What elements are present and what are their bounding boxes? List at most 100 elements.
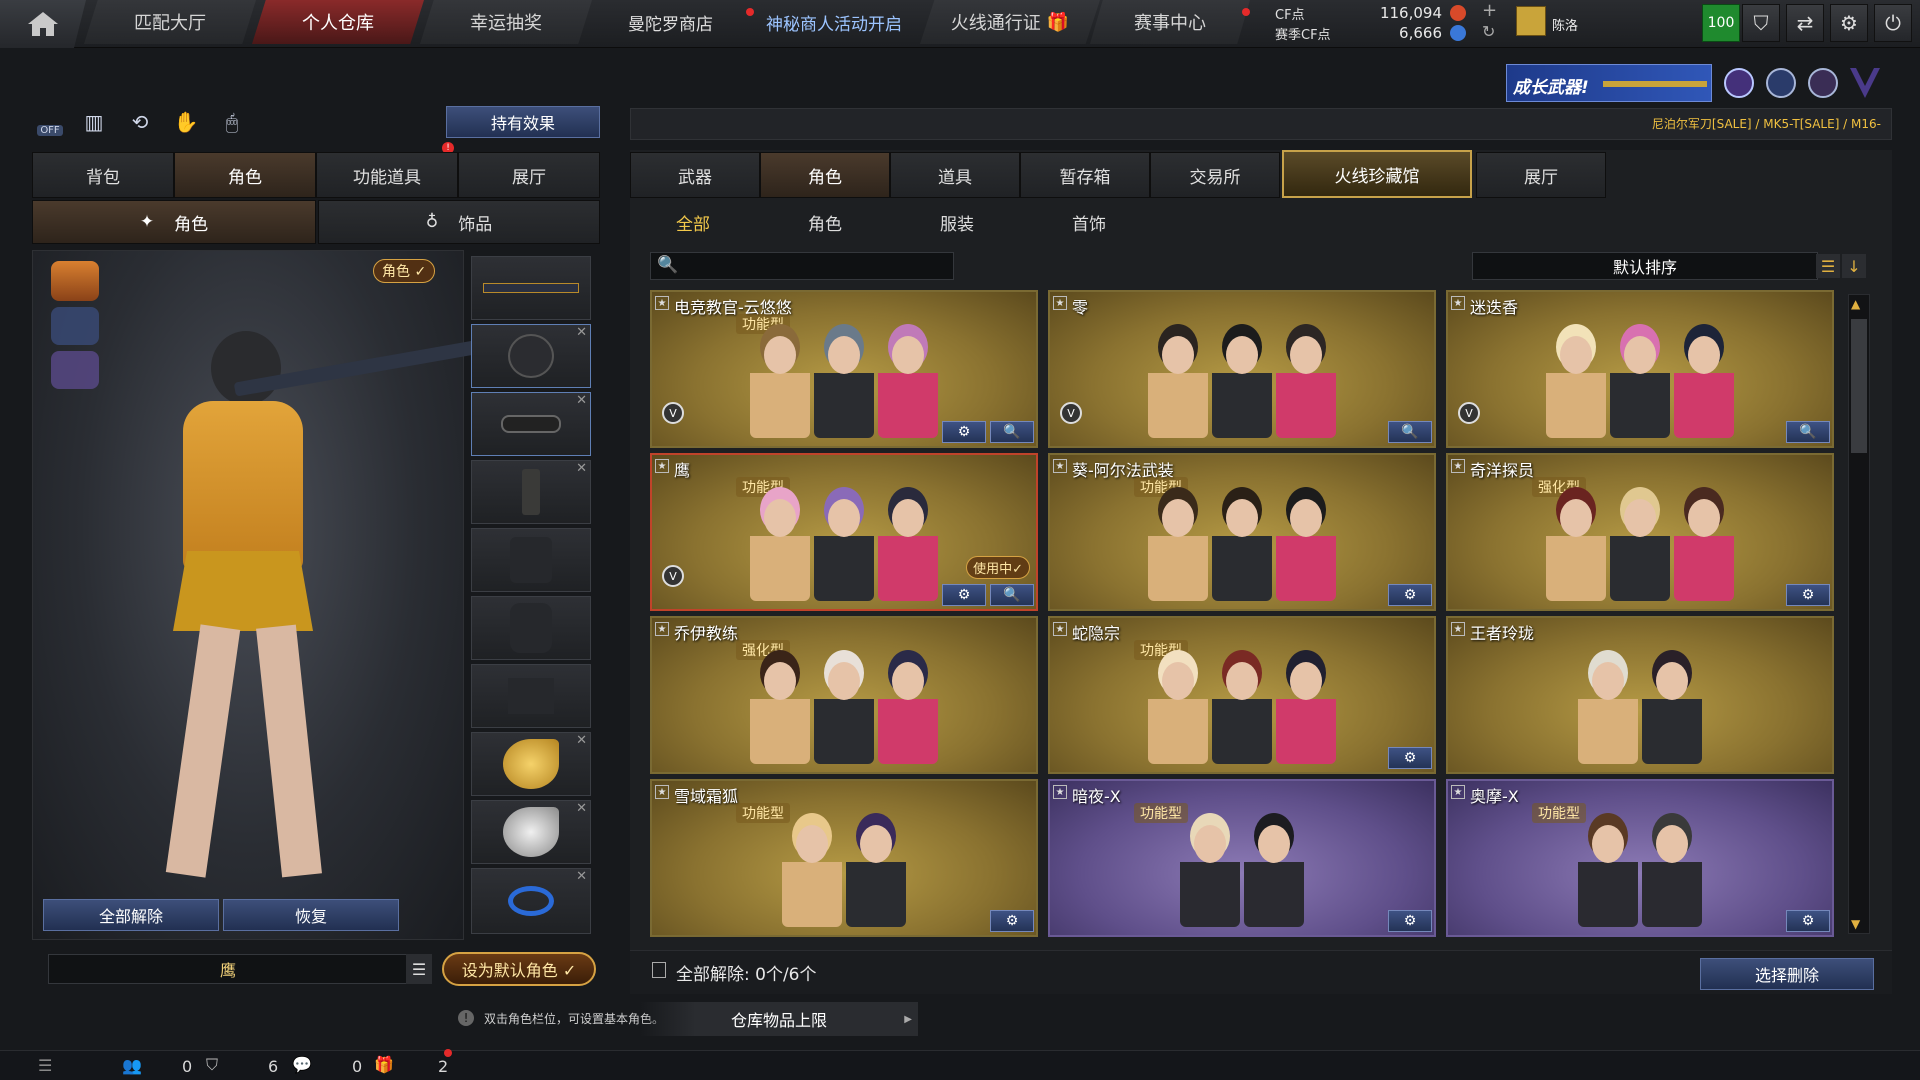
character-card[interactable]: ★ 乔伊教练 强化型 <box>650 616 1038 774</box>
list-view-icon[interactable]: ☰ <box>1816 254 1840 278</box>
slot-armor[interactable] <box>471 596 591 660</box>
slot-primary-weapon[interactable] <box>471 256 591 320</box>
news-ticker-text[interactable]: 尼泊尔军刀[SALE] / MK5-T[SALE] / M16- <box>1652 115 1881 132</box>
stats-icon[interactable]: ▥ <box>78 106 110 138</box>
close-icon[interactable]: ✕ <box>576 733 587 748</box>
power-button[interactable]: ⏻ <box>1874 4 1912 42</box>
nav-tab-match-lobby[interactable]: 匹配大厅 <box>84 0 256 44</box>
slot-vest[interactable] <box>471 528 591 592</box>
holding-effects-button[interactable]: 持有效果 <box>446 106 600 138</box>
slot-goggles[interactable]: ✕ <box>471 392 591 456</box>
restore-button[interactable]: 恢复 <box>223 899 399 931</box>
preview-button[interactable]: 🔍 <box>1388 421 1432 443</box>
storage-capacity-bar[interactable]: 仓库物品上限 ▶ <box>640 1002 918 1036</box>
home-button[interactable] <box>0 0 86 48</box>
tab-backpack[interactable]: 背包 <box>32 152 174 198</box>
nav-link-mandala-shop[interactable]: 曼陀罗商店 <box>628 10 713 35</box>
crossed-swords-icon[interactable] <box>1808 68 1838 98</box>
customize-button[interactable]: ⚙ <box>1388 910 1432 932</box>
sort-direction-icon[interactable]: ↓ <box>1842 254 1866 278</box>
shield-button[interactable]: ⛉ <box>1742 4 1780 42</box>
nav-tab-battle-pass[interactable]: 火线通行证 🎁 <box>920 0 1100 44</box>
character-name-field[interactable]: 鹰 <box>48 954 408 984</box>
close-icon[interactable]: ✕ <box>576 461 587 476</box>
v-badge-icon[interactable] <box>1724 68 1754 98</box>
slot-bracelet[interactable]: ✕ <box>471 868 591 934</box>
filter-all[interactable]: 全部 <box>676 210 710 235</box>
preview-button[interactable]: 🔍 <box>990 584 1034 606</box>
customize-button[interactable]: ⚙ <box>1786 584 1830 606</box>
character-preview[interactable]: 角色 ✓ 全部解除 恢复 <box>32 250 483 940</box>
growth-weapon-banner[interactable]: 成长武器! <box>1506 64 1712 102</box>
nav-tab-personal-storage[interactable]: 个人仓库 <box>252 0 424 44</box>
character-card[interactable]: ★ 鹰功能型 V 使用中✓ 🔍 ⚙ <box>650 453 1038 611</box>
close-icon[interactable]: ✕ <box>576 393 587 408</box>
close-icon[interactable]: ✕ <box>576 801 587 816</box>
favorite-icon[interactable]: ★ <box>655 785 669 799</box>
customize-button[interactable]: ⚙ <box>942 421 986 443</box>
character-card[interactable]: ★ 雪域霜狐 功能型 ⚙ <box>650 779 1038 937</box>
filter-outfit[interactable]: 服装 <box>940 210 974 235</box>
character-card[interactable]: ★ 暗夜-X 功能型 ⚙ <box>1048 779 1436 937</box>
shield-icon[interactable]: ⛉ <box>206 1055 218 1075</box>
tab-right-showroom[interactable]: 展厅 <box>1476 152 1606 198</box>
preview-button[interactable]: 🔍 <box>990 421 1034 443</box>
customize-button[interactable]: ⚙ <box>990 910 1034 932</box>
character-card[interactable]: ★ 电竞教官-云悠悠 功能型 V 🔍 ⚙ <box>650 290 1038 448</box>
search-input[interactable] <box>685 255 945 277</box>
character-card[interactable]: ★ 葵-阿尔法武装 功能型 ⚙ <box>1048 453 1436 611</box>
tab-items[interactable]: 道具 <box>890 152 1020 198</box>
tab-function-items[interactable]: 功能道具 <box>316 152 458 198</box>
nav-link-mystery-merchant[interactable]: 神秘商人活动开启 <box>766 10 902 35</box>
sort-dropdown[interactable]: 默认排序 <box>1472 252 1818 280</box>
favorite-icon[interactable]: ★ <box>1053 296 1067 310</box>
slot-radio[interactable]: ✕ <box>471 460 591 524</box>
customize-button[interactable]: ⚙ <box>942 584 986 606</box>
globe-icon[interactable] <box>1766 68 1796 98</box>
chat-icon[interactable]: 💬 <box>292 1055 312 1074</box>
list-menu-icon[interactable]: ☰ <box>406 954 432 984</box>
preview-button[interactable]: 🔍 <box>1786 421 1830 443</box>
switch-button[interactable]: ⇄ <box>1786 4 1824 42</box>
character-card[interactable]: ★ 王者玲珑 <box>1446 616 1834 774</box>
slot-gold-wolf[interactable]: ✕ <box>471 732 591 796</box>
favorite-icon[interactable]: ★ <box>1451 622 1465 636</box>
favorite-icon[interactable]: ★ <box>655 622 669 636</box>
release-all-button[interactable]: 全部解除 <box>43 899 219 931</box>
scroll-down-icon[interactable]: ▼ <box>1851 917 1860 931</box>
subtab-character[interactable]: ✦ 角色 <box>32 200 316 244</box>
character-card[interactable]: ★ 奥摩-X 功能型 ⚙ <box>1446 779 1834 937</box>
tab-exchange[interactable]: 交易所 <box>1150 152 1280 198</box>
scrollbar[interactable]: ▲ ▼ <box>1848 294 1870 934</box>
pose-icon[interactable]: ✋ <box>170 106 202 138</box>
customize-button[interactable]: ⚙ <box>1388 584 1432 606</box>
customize-button[interactable]: ⚙ <box>1388 747 1432 769</box>
filter-character[interactable]: 角色 <box>808 210 842 235</box>
slot-silver-wolf[interactable]: ✕ <box>471 800 591 864</box>
toggle-off-button[interactable]: OFF <box>34 106 66 138</box>
favorite-icon[interactable]: ★ <box>1451 785 1465 799</box>
favorite-icon[interactable]: ★ <box>1053 785 1067 799</box>
subtab-accessory[interactable]: ♁ 饰品 <box>318 200 600 244</box>
friends-icon[interactable]: 👥 <box>122 1056 142 1075</box>
character-card[interactable]: ★ 奇洋探员 强化型 ⚙ <box>1446 453 1834 611</box>
add-currency-icon[interactable]: + <box>1482 0 1497 21</box>
clan-emblem-icon[interactable] <box>1516 6 1546 36</box>
character-card[interactable]: ★ 迷迭香 V 🔍 <box>1446 290 1834 448</box>
favorite-icon[interactable]: ★ <box>1451 459 1465 473</box>
character-card[interactable]: ★ 蛇隐宗 功能型 ⚙ <box>1048 616 1436 774</box>
filter-jewelry[interactable]: 首饰 <box>1072 210 1106 235</box>
tab-collection-hall[interactable]: 火线珍藏馆 <box>1282 150 1472 198</box>
mouse-icon[interactable]: 🖱 <box>216 106 248 138</box>
settings-button[interactable]: ⚙ <box>1830 4 1868 42</box>
close-icon[interactable]: ✕ <box>576 869 587 884</box>
search-box[interactable]: 🔍 <box>650 252 954 280</box>
favorite-icon[interactable]: ★ <box>1053 622 1067 636</box>
favorite-icon[interactable]: ★ <box>1053 459 1067 473</box>
favorite-icon[interactable]: ★ <box>655 296 669 310</box>
menu-icon[interactable]: ☰ <box>38 1056 52 1075</box>
set-default-character-button[interactable]: 设为默认角色 ✓ <box>442 952 596 986</box>
scroll-up-icon[interactable]: ▲ <box>1851 297 1860 311</box>
character-card[interactable]: ★ 零 V 🔍 <box>1048 290 1436 448</box>
nav-tab-event-center[interactable]: 赛事中心 <box>1090 0 1250 44</box>
